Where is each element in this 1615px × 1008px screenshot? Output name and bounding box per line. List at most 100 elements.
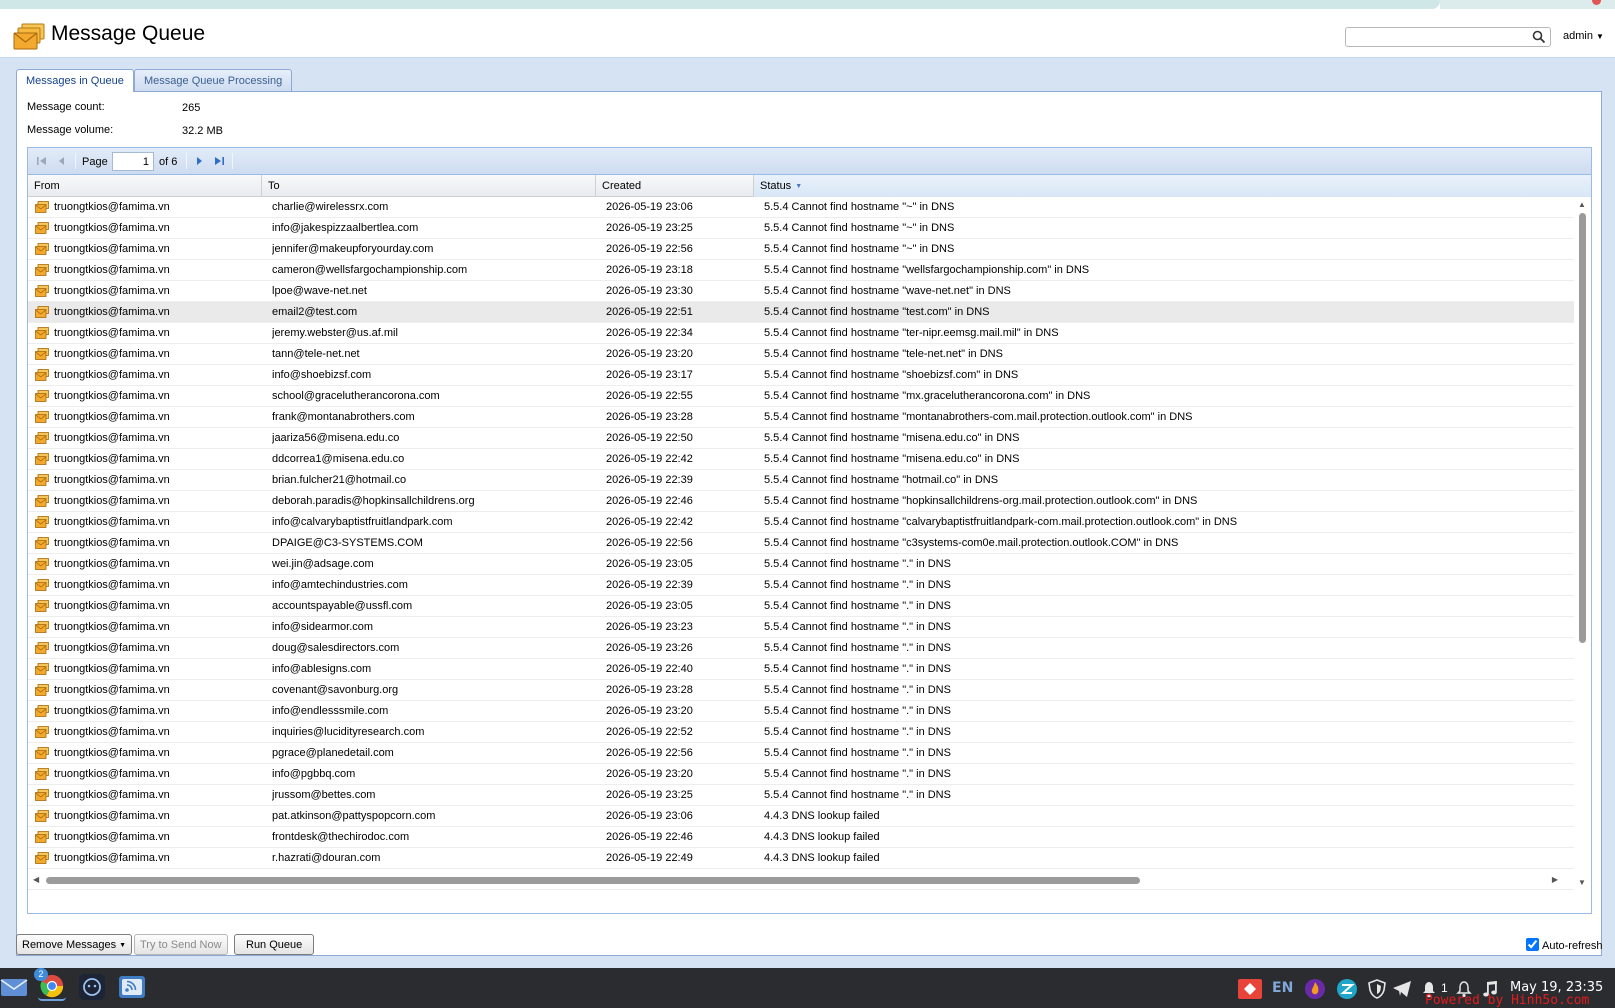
- cell-status: 5.5.4 Cannot find hostname "mx.graceluth…: [764, 390, 1091, 402]
- last-page-icon[interactable]: [212, 154, 226, 168]
- search-icon[interactable]: [1532, 30, 1546, 44]
- auto-refresh-toggle[interactable]: Auto-refresh: [1526, 938, 1603, 952]
- scroll-down-icon[interactable]: ▼: [1578, 878, 1586, 887]
- table-row[interactable]: truongtkios@famima.vn pat.atkinson@pattys…: [28, 806, 1575, 827]
- cell-status: 5.5.4 Cannot find hostname "." in DNS: [764, 747, 951, 759]
- keyboard-language[interactable]: EN: [1272, 980, 1293, 996]
- mail-queue-icon: [35, 789, 49, 801]
- table-row[interactable]: truongtkios@famima.vn info@amtechindustri…: [28, 575, 1575, 596]
- cell-from: truongtkios@famima.vn: [54, 432, 170, 444]
- auto-refresh-label: Auto-refresh: [1542, 940, 1603, 952]
- mail-queue-icon: [35, 852, 49, 864]
- table-row[interactable]: truongtkios@famima.vn school@graceluthera…: [28, 386, 1575, 407]
- table-row[interactable]: truongtkios@famima.vn covenant@savonburg.…: [28, 680, 1575, 701]
- table-row[interactable]: truongtkios@famima.vn info@ablesigns.com 2…: [28, 659, 1575, 680]
- cell-status: 5.5.4 Cannot find hostname "shoebizsf.co…: [764, 369, 1019, 381]
- tab-messages-in-queue[interactable]: Messages in Queue: [16, 69, 134, 92]
- anydesk-icon[interactable]: [1238, 979, 1262, 999]
- flame-app-icon[interactable]: [1304, 979, 1326, 999]
- table-row[interactable]: truongtkios@famima.vn charlie@wirelessrx.…: [28, 197, 1575, 218]
- action-bar: Remove Messages ▼ Try to Send Now Run Que…: [0, 925, 1615, 968]
- column-header-status-label: Status: [760, 180, 792, 192]
- run-queue-button[interactable]: Run Queue: [234, 934, 315, 955]
- table-row[interactable]: truongtkios@famima.vn deborah.paradis@hop…: [28, 491, 1575, 512]
- table-row[interactable]: truongtkios@famima.vn info@jakespizzaalbe…: [28, 218, 1575, 239]
- terminal-app-icon[interactable]: [78, 973, 106, 1001]
- scroll-up-icon[interactable]: ▲: [1578, 200, 1586, 209]
- scroll-right-icon[interactable]: ▶: [1552, 875, 1558, 884]
- table-row[interactable]: truongtkios@famima.vn jeremy.webster@us.a…: [28, 323, 1575, 344]
- column-header-status[interactable]: Status ▼: [754, 175, 1591, 197]
- table-row[interactable]: truongtkios@famima.vn info@sidearmor.com 2…: [28, 617, 1575, 638]
- table-row[interactable]: truongtkios@famima.vn tann@tele-net.net 20…: [28, 344, 1575, 365]
- cell-to: lpoe@wave-net.net: [272, 285, 367, 297]
- column-header-from[interactable]: From: [28, 175, 262, 197]
- envelope-stack-icon: [13, 23, 45, 50]
- cell-from: truongtkios@famima.vn: [54, 537, 170, 549]
- table-row[interactable]: truongtkios@famima.vn accountspayable@uss…: [28, 596, 1575, 617]
- cell-status: 5.5.4 Cannot find hostname "hotmail.co" …: [764, 474, 999, 486]
- try-to-send-now-button[interactable]: Try to Send Now: [134, 934, 228, 955]
- search-box[interactable]: [1345, 27, 1551, 47]
- mail-queue-icon: [35, 201, 49, 213]
- mail-app-icon[interactable]: [0, 973, 28, 1001]
- cell-status: 5.5.4 Cannot find hostname "test.com" in…: [764, 306, 990, 318]
- message-volume-label: Message volume:: [27, 124, 114, 136]
- table-row[interactable]: truongtkios@famima.vn info@endlesssmile.c…: [28, 701, 1575, 722]
- prev-page-icon[interactable]: [55, 154, 69, 168]
- page-number-input[interactable]: [112, 152, 154, 171]
- table-row[interactable]: truongtkios@famima.vn inquiries@lucidityr…: [28, 722, 1575, 743]
- cell-created: 2026-05-19 23:05: [606, 558, 693, 570]
- remove-messages-button[interactable]: Remove Messages ▼: [16, 934, 133, 955]
- table-row[interactable]: truongtkios@famima.vn ddcorrea1@misena.ed…: [28, 449, 1575, 470]
- feed-reader-icon[interactable]: [118, 973, 146, 1001]
- cell-status: 5.5.4 Cannot find hostname "hopkinsallch…: [764, 495, 1198, 507]
- cell-status: 5.5.4 Cannot find hostname "." in DNS: [764, 642, 951, 654]
- horizontal-scroll-thumb[interactable]: [46, 877, 1140, 884]
- user-menu[interactable]: admin ▼: [1563, 30, 1604, 42]
- table-row[interactable]: truongtkios@famima.vn doug@salesdirectors…: [28, 638, 1575, 659]
- table-row[interactable]: truongtkios@famima.vn DPAIGE@C3-SYSTEMS.C…: [28, 533, 1575, 554]
- table-row[interactable]: truongtkios@famima.vn jrussom@bettes.com 2…: [28, 785, 1575, 806]
- shield-icon[interactable]: [1367, 979, 1387, 999]
- cell-from: truongtkios@famima.vn: [54, 222, 170, 234]
- vertical-scrollbar[interactable]: ▲ ▼: [1574, 197, 1591, 890]
- table-row[interactable]: truongtkios@famima.vn jaariza56@misena.ed…: [28, 428, 1575, 449]
- first-page-icon[interactable]: [35, 154, 49, 168]
- table-row[interactable]: truongtkios@famima.vn info@calvarybaptist…: [28, 512, 1575, 533]
- table-row[interactable]: truongtkios@famima.vn r.hazrati@douran.co…: [28, 848, 1575, 869]
- table-row[interactable]: truongtkios@famima.vn jennifer@makeupfory…: [28, 239, 1575, 260]
- column-header-to[interactable]: To: [262, 175, 596, 197]
- cell-created: 2026-05-19 22:52: [606, 726, 693, 738]
- table-row[interactable]: truongtkios@famima.vn frank@montanabrothe…: [28, 407, 1575, 428]
- mail-queue-icon: [35, 726, 49, 738]
- horizontal-scrollbar[interactable]: ◀ ▶: [28, 872, 1575, 889]
- column-header-created[interactable]: Created: [596, 175, 754, 197]
- table-row[interactable]: truongtkios@famima.vn wei.jin@adsage.com 2…: [28, 554, 1575, 575]
- cell-to: info@calvarybaptistfruitlandpark.com: [272, 516, 453, 528]
- cell-from: truongtkios@famima.vn: [54, 369, 170, 381]
- telegram-icon[interactable]: [1392, 979, 1412, 999]
- table-row[interactable]: truongtkios@famima.vn pgrace@planedetail.…: [28, 743, 1575, 764]
- table-row[interactable]: truongtkios@famima.vn info@shoebizsf.com 2…: [28, 365, 1575, 386]
- vertical-scroll-thumb[interactable]: [1579, 213, 1586, 643]
- cell-created: 2026-05-19 22:46: [606, 495, 693, 507]
- cell-created: 2026-05-19 22:34: [606, 327, 693, 339]
- table-row[interactable]: truongtkios@famima.vn lpoe@wave-net.net 20…: [28, 281, 1575, 302]
- cell-from: truongtkios@famima.vn: [54, 264, 170, 276]
- table-row[interactable]: truongtkios@famima.vn email2@test.com 2026…: [28, 302, 1575, 323]
- mail-queue-icon: [35, 537, 49, 549]
- auto-refresh-checkbox[interactable]: [1526, 938, 1539, 951]
- table-row[interactable]: truongtkios@famima.vn frontdesk@thechirod…: [28, 827, 1575, 848]
- mail-queue-icon: [35, 285, 49, 297]
- table-row[interactable]: truongtkios@famima.vn brian.fulcher21@hot…: [28, 470, 1575, 491]
- tab-message-queue-processing[interactable]: Message Queue Processing: [134, 69, 293, 91]
- zalo-icon[interactable]: [1336, 979, 1358, 999]
- scroll-left-icon[interactable]: ◀: [33, 875, 39, 884]
- table-row[interactable]: truongtkios@famima.vn info@pgbbq.com 2026-…: [28, 764, 1575, 785]
- cell-created: 2026-05-19 23:25: [606, 789, 693, 801]
- next-page-icon[interactable]: [192, 154, 206, 168]
- table-row[interactable]: truongtkios@famima.vn cameron@wellsfargoc…: [28, 260, 1575, 281]
- search-input[interactable]: [1350, 28, 1528, 46]
- cell-to: info@sidearmor.com: [272, 621, 374, 633]
